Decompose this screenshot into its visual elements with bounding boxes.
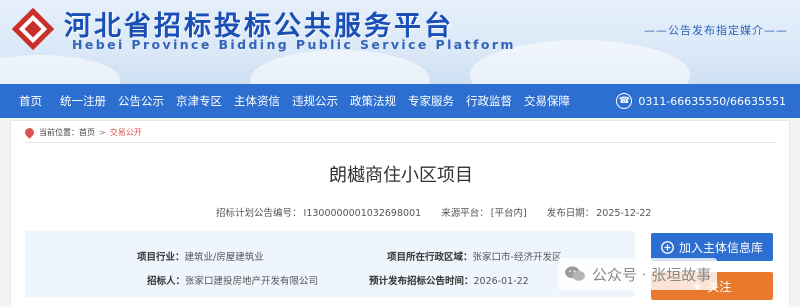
cloud-decoration [250,50,430,84]
industry-label: 项目行业： [137,252,185,263]
nav-item-register[interactable]: 统一注册 [60,84,106,118]
tenderer-row: 招标人：张家口建投房地产开发有限公司 [147,273,318,287]
hotline: ☎ 0311-66635550/66635551 [616,91,786,111]
phone-icon: ☎ [616,93,633,109]
nav-item-guarantee[interactable]: 交易保障 [524,84,570,118]
date-label: 发布日期： [546,208,595,219]
nav-item-beijing-tianjin[interactable]: 京津专区 [176,84,222,118]
add-button-label: 加入主体信息库 [678,240,763,255]
watermark: 公众号 · 张垣故事 [558,258,718,290]
expected-date-row: 预计发布招标公告时间：2026-01-22 [369,273,529,287]
notice-code: I1300000001032698001 [303,208,422,219]
watermark-text: 公众号 · 张垣故事 [592,265,712,284]
nav-item-credit[interactable]: 主体资信 [234,84,280,118]
region-value: 张家口市-经济开发区 [472,252,562,263]
notice-meta: 招标计划公告编号： I1300000001032698001 来源平台： [平台内]… [216,205,653,219]
region-row: 项目所在行政区域：张家口市-经济开发区 [387,249,561,263]
nav-item-home[interactable]: 首页 [19,84,42,118]
wechat-icon [565,266,585,281]
site-subtitle: Hebei Province Bidding Public Service Pl… [72,37,516,52]
breadcrumb-separator: > [99,128,106,137]
site-logo-icon[interactable] [10,6,56,52]
nav-item-announcements[interactable]: 公告公示 [118,84,164,118]
hotline-number: 0311-66635550/66635551 [638,94,786,108]
source-value: [平台内] [490,208,527,219]
breadcrumb-home[interactable]: 首页 [79,127,95,138]
add-to-database-button[interactable]: 加入主体信息库 [651,233,773,261]
nav-item-experts[interactable]: 专家服务 [408,84,454,118]
expected-date-label: 预计发布招标公告时间： [369,276,474,287]
region-label: 项目所在行政区域： [387,252,473,263]
project-info: 项目行业：建筑业/房屋建筑业 项目所在行政区域：张家口市-经济开发区 招标人：张… [25,231,635,297]
main-nav: 首页 统一注册 公告公示 京津专区 主体资信 违规公示 政策法规 专家服务 行政… [0,84,800,118]
cloud-decoration [0,55,120,84]
source-label: 来源平台： [441,208,489,219]
nav-item-policies[interactable]: 政策法规 [350,84,396,118]
site-header: 河北省招标投标公共服务平台 Hebei Province Bidding Pub… [0,0,800,84]
breadcrumb-prefix: 当前位置： [39,128,79,137]
nav-item-violations[interactable]: 违规公示 [292,84,338,118]
industry-row: 项目行业：建筑业/房屋建筑业 [137,249,264,263]
nav-item-supervision[interactable]: 行政监督 [466,84,512,118]
plus-circle-icon [661,240,674,254]
header-slogan: ——公告发布指定媒介—— [644,24,788,37]
breadcrumb: 当前位置： 首页 > 交易公开 [23,126,142,139]
notice-code-label: 招标计划公告编号： [216,208,302,219]
tenderer-value: 张家口建投房地产开发有限公司 [185,276,319,287]
publish-date: 2025-12-22 [596,208,652,219]
location-pin-icon [23,126,36,139]
tenderer-label: 招标人： [147,276,186,287]
industry-value: 建筑业/房屋建筑业 [184,252,264,263]
breadcrumb-current[interactable]: 交易公开 [110,127,142,138]
divider [25,142,777,143]
expected-date-value: 2026-01-22 [473,276,529,287]
page-title: 朗樾商住小区项目 [329,165,473,186]
